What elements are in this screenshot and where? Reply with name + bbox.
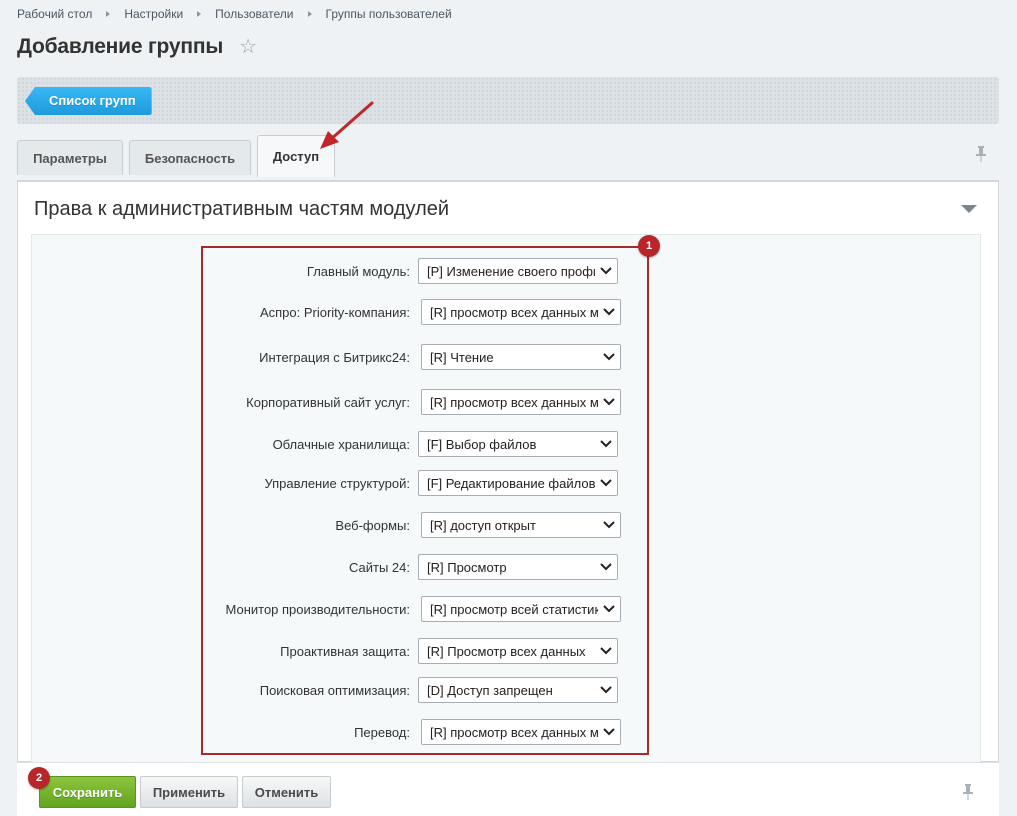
rights-label: Перевод: xyxy=(354,724,410,740)
rights-row: Корпоративный сайт услуг: xyxy=(200,389,410,415)
rights-label: Проактивная защита: xyxy=(280,643,410,659)
rights-row: Сайты 24: xyxy=(200,554,410,580)
breadcrumb-item-users[interactable]: Пользователи xyxy=(215,7,293,21)
rights-label: Облачные хранилища: xyxy=(272,436,410,452)
group-list-button[interactable]: Список групп xyxy=(25,87,152,115)
rights-label: Сайты 24: xyxy=(348,559,410,575)
star-icon[interactable]: ☆ xyxy=(239,37,257,57)
rights-row: Монитор производительности: xyxy=(200,596,410,622)
rights-row: Аспро: Priority-компания: xyxy=(200,299,410,325)
rights-label: Управление структурой: xyxy=(264,475,410,491)
breadcrumb-item-user-groups[interactable]: Группы пользователей xyxy=(326,7,452,21)
step-badge-1: 1 xyxy=(638,235,660,257)
rights-row: Перевод: xyxy=(200,719,410,745)
cancel-button[interactable]: Отменить xyxy=(242,776,331,808)
breadcrumb-item-settings[interactable]: Настройки xyxy=(124,7,183,21)
breadcrumb-separator-icon xyxy=(307,11,312,17)
tab-security[interactable]: Безопасность xyxy=(129,140,251,175)
apply-button[interactable]: Применить xyxy=(140,776,238,808)
section-title: Права к административным частям модулей xyxy=(34,198,450,220)
toolbar: Список групп xyxy=(17,77,999,124)
breadcrumb-separator-icon xyxy=(197,11,202,17)
rights-label: Поисковая оптимизация: xyxy=(259,682,410,698)
rights-row: Интеграция с Битрикс24: xyxy=(200,344,410,370)
tab-parameters[interactable]: Параметры xyxy=(17,140,123,175)
step-badge-2: 2 xyxy=(28,767,50,789)
rights-row: Облачные хранилища: xyxy=(200,431,410,457)
save-button[interactable]: Сохранить xyxy=(39,776,136,808)
rights-label: Монитор производительности: xyxy=(225,601,410,617)
rights-label: Интеграция с Битрикс24: xyxy=(259,349,410,365)
rights-row: Поисковая оптимизация: xyxy=(200,677,410,703)
rights-row: Проактивная защита: xyxy=(200,638,410,664)
rights-label: Веб-формы: xyxy=(335,517,410,533)
breadcrumb: Рабочий стол Настройки Пользователи Груп… xyxy=(17,7,452,21)
title-row: Добавление группы ☆ xyxy=(17,35,257,59)
form-footer: Сохранить Применить Отменить xyxy=(17,762,999,816)
rights-label: Корпоративный сайт услуг: xyxy=(246,394,410,410)
pin-icon[interactable] xyxy=(962,783,974,806)
pin-icon[interactable] xyxy=(975,145,987,168)
breadcrumb-item-desktop[interactable]: Рабочий стол xyxy=(17,7,92,21)
rights-row: Управление структурой: xyxy=(200,470,410,496)
chevron-down-icon[interactable] xyxy=(961,205,977,213)
breadcrumb-separator-icon xyxy=(106,11,111,17)
page-title: Добавление группы xyxy=(17,35,224,58)
rights-label: Аспро: Priority-компания: xyxy=(259,304,410,320)
annotation-arrow-icon xyxy=(320,101,374,149)
rights-row: Главный модуль: xyxy=(200,258,410,284)
rights-label: Главный модуль: xyxy=(306,263,410,279)
rights-row: Веб-формы: xyxy=(200,512,410,538)
